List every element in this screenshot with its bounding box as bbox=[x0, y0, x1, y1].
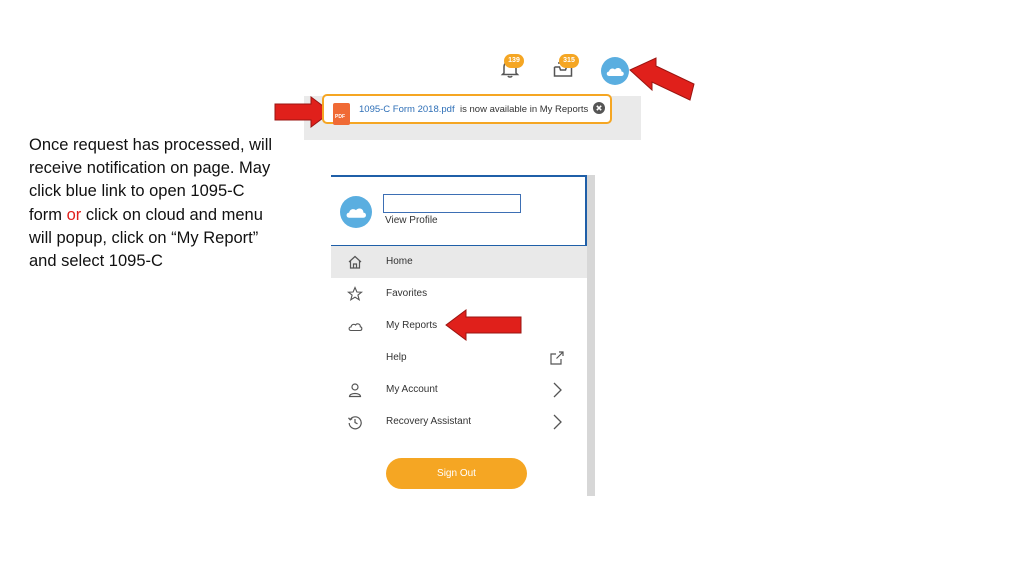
profile-avatar-button[interactable] bbox=[601, 57, 629, 85]
menu-item-label: My Account bbox=[386, 384, 438, 395]
chevron-right-icon bbox=[553, 414, 562, 430]
star-icon bbox=[347, 286, 363, 302]
menu-scrollbar[interactable] bbox=[587, 175, 595, 496]
menu-item-label: My Reports bbox=[386, 320, 438, 331]
close-icon bbox=[596, 105, 602, 111]
external-link-icon bbox=[550, 351, 564, 365]
notifications-badge: 139 bbox=[504, 54, 524, 68]
menu-item-favorites[interactable]: Favorites bbox=[331, 278, 587, 310]
cloud-icon bbox=[348, 323, 363, 332]
cloud-icon bbox=[606, 67, 624, 76]
profile-name-field bbox=[383, 194, 521, 213]
close-notification-button[interactable] bbox=[593, 102, 605, 114]
view-profile-link[interactable]: View Profile bbox=[385, 215, 438, 226]
profile-header: View Profile bbox=[331, 175, 587, 247]
cloud-icon bbox=[346, 208, 366, 218]
instruction-or: or bbox=[66, 205, 82, 224]
inbox-badge: 315 bbox=[559, 54, 579, 68]
user-icon bbox=[348, 383, 362, 398]
history-icon bbox=[348, 416, 362, 430]
instruction-text: Once request has processed, will receive… bbox=[29, 134, 279, 273]
sign-out-button[interactable]: Sign Out bbox=[386, 458, 527, 489]
home-icon bbox=[348, 255, 362, 269]
menu-avatar bbox=[340, 196, 372, 228]
menu-item-my-account[interactable]: My Account bbox=[331, 374, 587, 406]
menu-item-home[interactable]: Home bbox=[331, 246, 587, 278]
menu-item-help[interactable]: Help bbox=[331, 342, 587, 374]
chevron-right-icon bbox=[553, 382, 562, 398]
notification-message: is now available in My Reports bbox=[460, 104, 589, 115]
arrow-to-my-reports-icon bbox=[445, 309, 522, 341]
pdf-file-icon: PDF bbox=[333, 103, 350, 125]
menu-item-label: Favorites bbox=[386, 288, 428, 299]
report-ready-notification: PDF 1095-C Form 2018.pdf is now availabl… bbox=[322, 94, 612, 125]
menu-item-recovery-assistant[interactable]: Recovery Assistant bbox=[331, 406, 587, 438]
notifications-button[interactable]: 139 bbox=[498, 54, 524, 80]
menu-item-label: Recovery Assistant bbox=[386, 416, 472, 427]
inbox-button[interactable]: 315 bbox=[551, 54, 579, 80]
report-pdf-link[interactable]: 1095-C Form 2018.pdf bbox=[359, 104, 455, 115]
menu-item-label: Home bbox=[386, 256, 413, 267]
menu-item-label: Help bbox=[386, 352, 407, 363]
